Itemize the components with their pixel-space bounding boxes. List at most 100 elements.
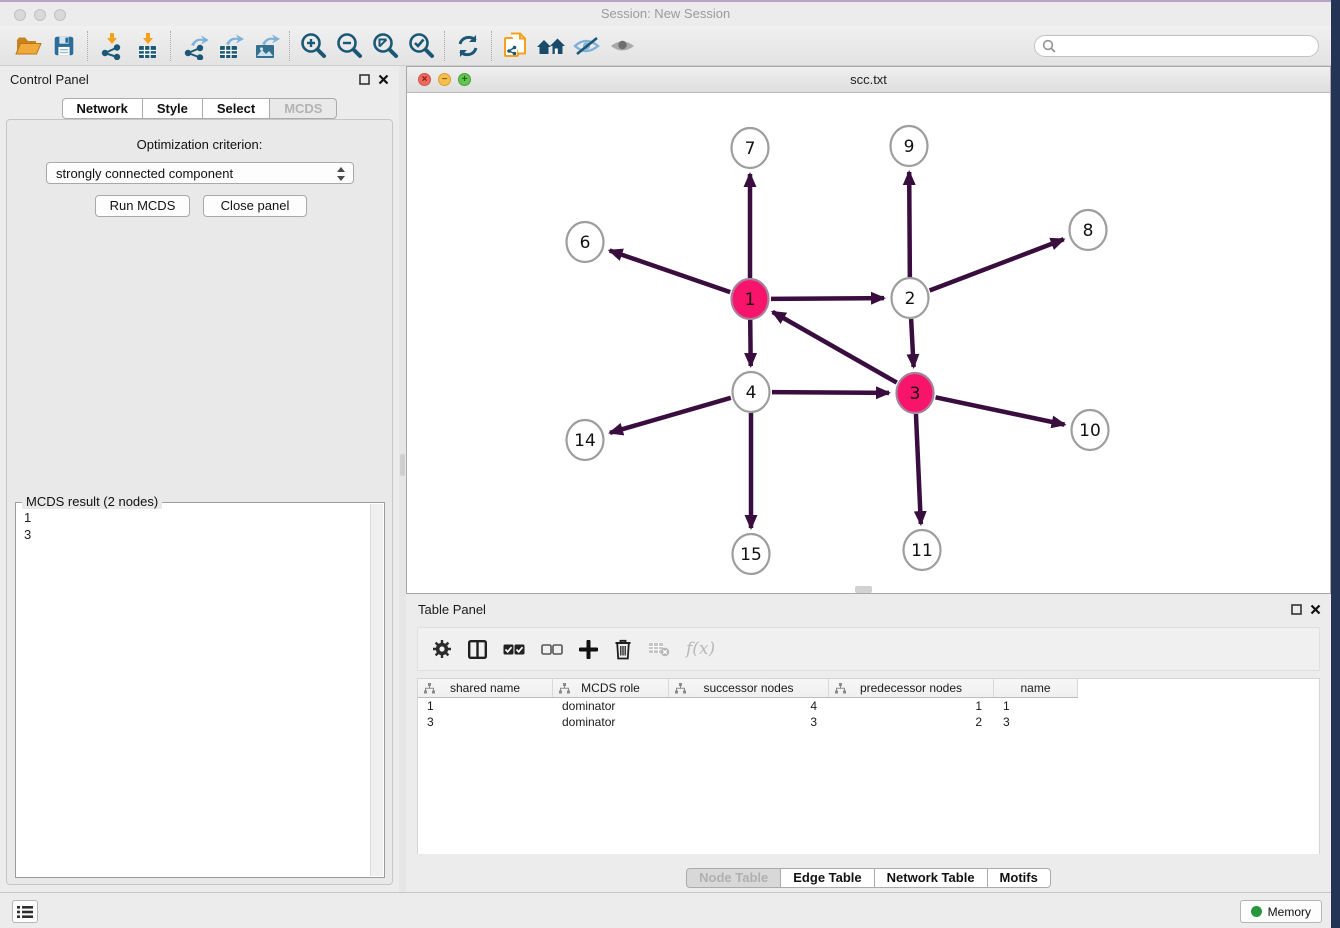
- network-maximize-icon[interactable]: +: [458, 73, 471, 86]
- table-cell[interactable]: dominator: [553, 715, 669, 729]
- column-header-shared-name[interactable]: shared name: [418, 679, 553, 697]
- clone-network-icon[interactable]: [497, 30, 533, 62]
- graph-node-10[interactable]: 10: [1072, 410, 1109, 450]
- select-all-columns-icon[interactable]: [503, 644, 525, 655]
- export-table-icon[interactable]: [212, 30, 248, 62]
- network-close-icon[interactable]: ×: [418, 73, 431, 86]
- apply-layout-icon[interactable]: [533, 30, 569, 62]
- graph-node-8[interactable]: 8: [1070, 210, 1107, 250]
- save-session-icon[interactable]: [46, 30, 82, 62]
- graph-node-14[interactable]: 14: [567, 420, 604, 460]
- column-header-predecessor-nodes[interactable]: predecessor nodes: [829, 679, 994, 697]
- run-mcds-button[interactable]: Run MCDS: [95, 195, 190, 217]
- graph-node-7[interactable]: 7: [732, 128, 769, 168]
- tab-motifs[interactable]: Motifs: [987, 868, 1051, 888]
- criterion-select[interactable]: strongly connected component: [46, 162, 354, 184]
- table-settings-icon[interactable]: [432, 639, 452, 659]
- graph-node-label: 2: [905, 289, 916, 309]
- graph-node-6[interactable]: 6: [567, 222, 604, 262]
- close-panel-icon[interactable]: [1310, 603, 1321, 618]
- float-panel-icon[interactable]: [359, 73, 370, 88]
- zoom-out-icon[interactable]: [331, 30, 367, 62]
- close-window-icon[interactable]: [14, 9, 26, 21]
- column-header-name[interactable]: name: [994, 679, 1078, 697]
- graph-node-9[interactable]: 9: [891, 126, 928, 166]
- tab-mcds[interactable]: MCDS: [269, 98, 337, 119]
- graph-node-11[interactable]: 11: [904, 530, 941, 570]
- graph-edge-4-14[interactable]: [610, 398, 731, 433]
- table-cell[interactable]: 3: [669, 715, 829, 729]
- zoom-selected-icon[interactable]: [403, 30, 439, 62]
- task-history-button[interactable]: [12, 900, 38, 923]
- table-cell[interactable]: 4: [669, 699, 829, 713]
- table-cell[interactable]: 1: [994, 699, 1078, 713]
- graph-edge-1-6[interactable]: [610, 250, 731, 292]
- result-scrollbar[interactable]: [370, 504, 383, 876]
- table-cell[interactable]: 3: [418, 715, 553, 729]
- search-input[interactable]: [1034, 35, 1319, 57]
- tab-select[interactable]: Select: [202, 98, 269, 119]
- tab-network-table[interactable]: Network Table: [874, 868, 987, 888]
- delete-row-icon[interactable]: [614, 639, 632, 660]
- export-image-icon[interactable]: [248, 30, 284, 62]
- mcds-result-box[interactable]: MCDS result (2 nodes) 1 3: [15, 502, 385, 878]
- unselect-all-columns-icon[interactable]: [541, 644, 563, 655]
- export-network-icon[interactable]: [176, 30, 212, 62]
- graph-node-15[interactable]: 15: [733, 534, 770, 574]
- table-cell[interactable]: 1: [418, 699, 553, 713]
- graph-edge-2-9[interactable]: [909, 172, 910, 277]
- import-table-icon[interactable]: [129, 30, 165, 62]
- float-panel-icon[interactable]: [1291, 603, 1302, 618]
- zoom-fit-icon[interactable]: [367, 30, 403, 62]
- vertical-splitter[interactable]: [399, 66, 406, 892]
- graph-node-4[interactable]: 4: [733, 372, 770, 412]
- hide-details-icon[interactable]: [569, 30, 605, 62]
- graph-edge-1-2[interactable]: [771, 298, 884, 299]
- tab-node-table[interactable]: Node Table: [686, 868, 780, 888]
- splitter-handle[interactable]: [400, 454, 405, 476]
- table-cell[interactable]: dominator: [553, 699, 669, 713]
- graph-node-label: 4: [746, 383, 757, 403]
- open-session-icon[interactable]: [10, 30, 46, 62]
- show-details-icon[interactable]: [605, 30, 641, 62]
- graph-edge-2-8[interactable]: [930, 239, 1064, 290]
- import-network-icon[interactable]: [93, 30, 129, 62]
- table-cell[interactable]: 2: [829, 715, 994, 729]
- graph-node-2[interactable]: 2: [892, 278, 929, 318]
- refresh-view-icon[interactable]: [450, 30, 486, 62]
- column-header-label: shared name: [450, 681, 520, 695]
- table-cell[interactable]: 1: [829, 699, 994, 713]
- toolbar-separator: [170, 31, 171, 61]
- close-panel-icon[interactable]: [378, 73, 389, 88]
- graph-node-3[interactable]: 3: [897, 373, 934, 413]
- show-columns-icon[interactable]: [468, 640, 487, 659]
- graph-edge-3-1[interactable]: [773, 312, 897, 383]
- tab-edge-table[interactable]: Edge Table: [780, 868, 873, 888]
- network-view-titlebar[interactable]: × − + scc.txt: [407, 67, 1330, 93]
- maximize-window-icon[interactable]: [54, 9, 66, 21]
- zoom-in-icon[interactable]: [295, 30, 331, 62]
- table-panel-title: Table Panel: [418, 602, 486, 617]
- minimize-window-icon[interactable]: [34, 9, 46, 21]
- network-view-window: × − + scc.txt 7 9 6 8 1 2 4 3 14 10 15 11: [406, 66, 1331, 594]
- network-minimize-icon[interactable]: −: [438, 73, 451, 86]
- graph-edge-3-10[interactable]: [936, 397, 1065, 424]
- table-row[interactable]: 1dominator411: [418, 698, 1319, 714]
- graph-edge-3-11[interactable]: [916, 414, 921, 524]
- graph-node-1[interactable]: 1: [732, 279, 769, 319]
- table-row[interactable]: 3dominator323: [418, 714, 1319, 730]
- column-header-successor-nodes[interactable]: successor nodes: [669, 679, 829, 697]
- network-canvas[interactable]: 7 9 6 8 1 2 4 3 14 10 15 11: [407, 93, 1330, 593]
- tab-network[interactable]: Network: [62, 98, 142, 119]
- graph-edge-4-3[interactable]: [772, 392, 889, 393]
- tab-style[interactable]: Style: [142, 98, 202, 119]
- close-panel-button[interactable]: Close panel: [203, 195, 307, 217]
- column-header-MCDS-role[interactable]: MCDS role: [553, 679, 669, 697]
- add-row-icon[interactable]: [579, 640, 598, 659]
- memory-button[interactable]: Memory: [1240, 900, 1322, 923]
- canvas-splitter-handle[interactable]: [855, 586, 872, 593]
- graph-edge-2-3[interactable]: [911, 319, 914, 367]
- table-cell[interactable]: 3: [994, 715, 1078, 729]
- toolbar-separator: [491, 31, 492, 61]
- control-panel-title: Control Panel: [10, 72, 89, 87]
